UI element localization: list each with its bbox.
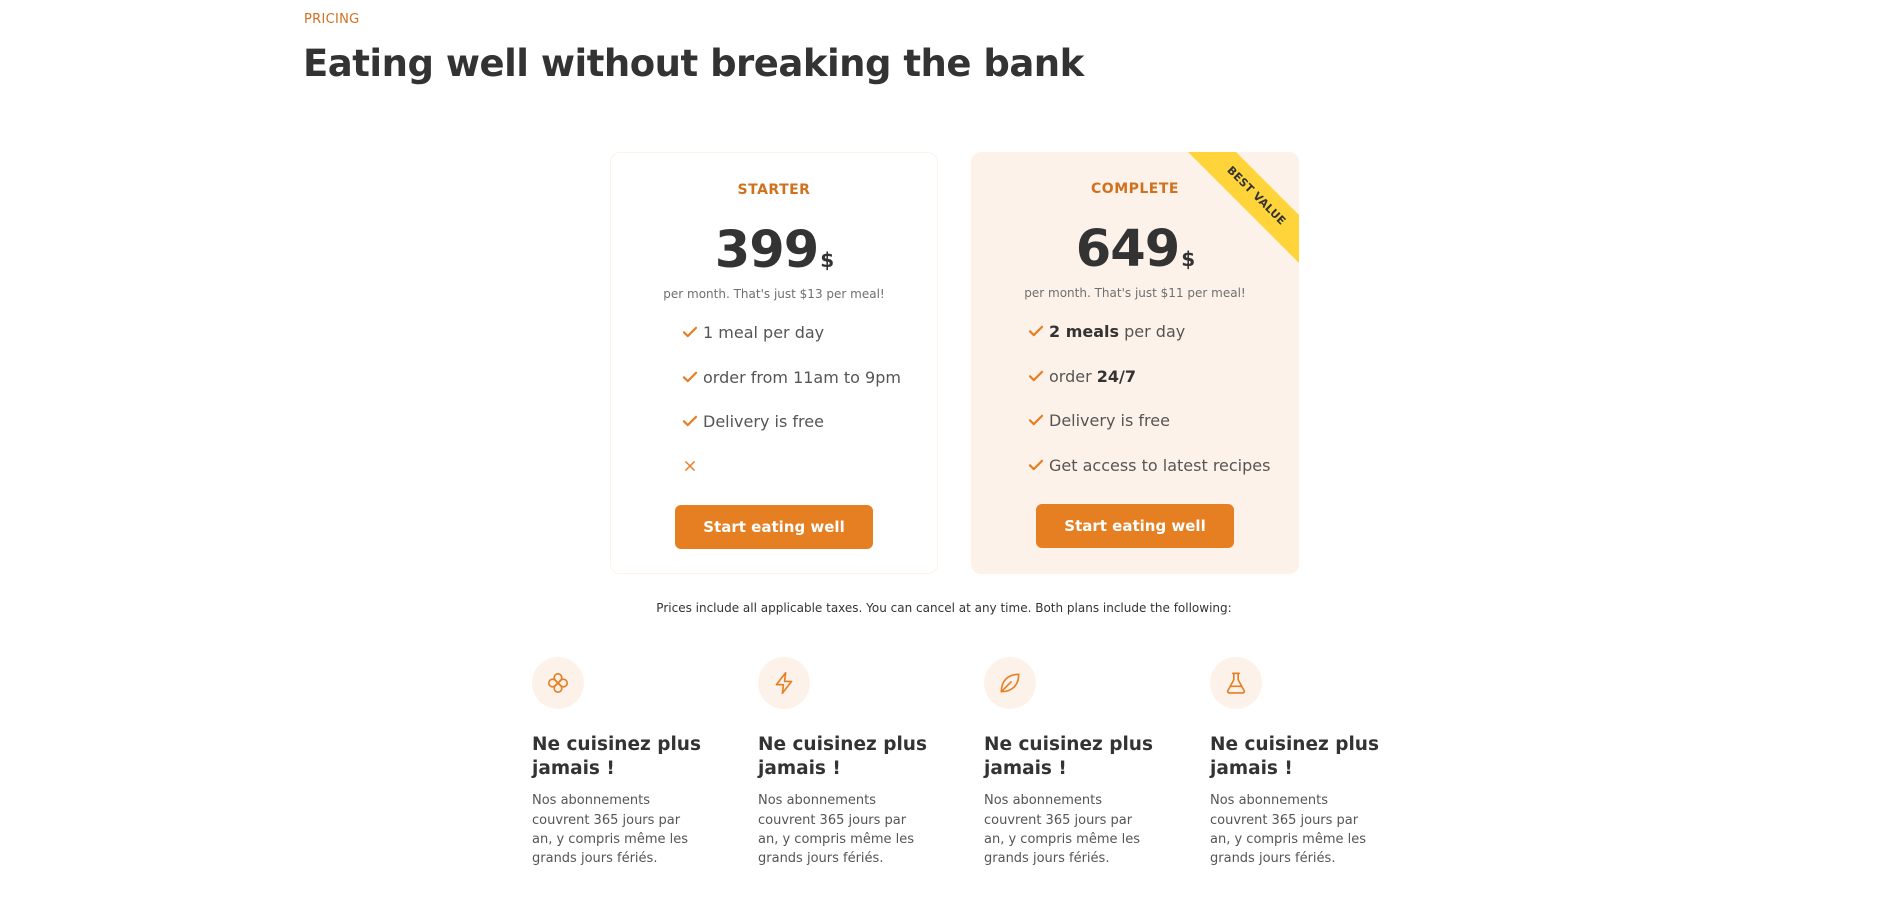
plan-feature: Delivery is free — [971, 411, 1299, 456]
plan-feature-text: Delivery is free — [703, 412, 824, 431]
price-note: per month. That's just $11 per meal! — [1024, 286, 1246, 300]
plan-feature-strong: 2 meals — [1049, 322, 1120, 341]
feature-title: Ne cuisinez plus jamais ! — [758, 734, 927, 779]
pricing-plan-starter: STARTER 399 $ per month. That's just $13 … — [610, 152, 938, 574]
price-value: 399 — [714, 221, 819, 280]
plan-feature-text: 2 meals per day — [1049, 322, 1185, 341]
plan-feature: Get access to latest recipes — [971, 456, 1299, 501]
feature-card: Ne cuisinez plus jamais ! Nos abonnement… — [1210, 657, 1380, 868]
pricing-note: Prices include all applicable taxes. You… — [656, 601, 1232, 615]
price-currency: $ — [1181, 247, 1195, 271]
feature-text: Nos abonnements couvrent 365 jours par a… — [758, 793, 915, 867]
plan-feature-prefix: order — [1049, 366, 1097, 386]
plan-feature: order 24/7 — [971, 367, 1299, 412]
feature-card: Ne cuisinez plus jamais ! Nos abonnement… — [532, 657, 702, 868]
plan-name: STARTER — [737, 182, 811, 198]
lightning-icon — [758, 657, 810, 709]
plan-feature-text: order 24/7 — [1049, 367, 1136, 386]
flask-icon — [1210, 657, 1262, 709]
pricing-plan-complete: BEST VALUE COMPLETE 649 $ per month. That… — [971, 152, 1299, 574]
price-note: per month. That's just $13 per meal! — [663, 287, 885, 301]
plan-name: COMPLETE — [1091, 181, 1179, 197]
check-icon — [682, 415, 698, 427]
start-eating-well-button[interactable]: Start eating well — [1036, 504, 1234, 548]
plan-feature: 2 meals per day — [971, 322, 1299, 367]
plan-feature-text: order from 11am to 9pm — [703, 367, 901, 387]
check-icon — [682, 371, 698, 382]
plan-feature-list: 2 meals per day order 24/7 Delivery is f… — [971, 322, 1299, 500]
feature-title: Ne cuisinez plus jamais ! — [984, 734, 1153, 779]
plan-feature-rest: per day — [1119, 322, 1186, 341]
infinity-icon — [532, 657, 584, 709]
start-eating-well-button[interactable]: Start eating well — [675, 505, 873, 549]
price-value: 649 — [1075, 220, 1180, 279]
feature-text: Nos abonnements couvrent 365 jours par a… — [984, 793, 1141, 867]
close-icon — [685, 460, 695, 471]
plan-feature: Delivery is free — [611, 412, 937, 457]
plan-feature — [611, 457, 937, 502]
price-currency: $ — [820, 248, 834, 272]
plan-feature-list: 1 meal per day order from 11am to 9pm De… — [611, 323, 937, 501]
plan-feature-text: Get access to latest recipes — [1049, 455, 1271, 475]
pricing-section: PRICING Eating well without breaking the… — [0, 0, 1888, 904]
plan-price: 399 $ — [611, 225, 937, 276]
check-icon — [1028, 459, 1044, 470]
section-label: PRICING — [304, 12, 360, 27]
check-icon — [1028, 414, 1044, 426]
plan-price: 649 $ — [971, 224, 1299, 275]
feature-text: Nos abonnements couvrent 365 jours par a… — [1210, 793, 1367, 867]
plan-feature-text: 1 meal per day — [703, 323, 825, 342]
feature-title: Ne cuisinez plus jamais ! — [532, 734, 701, 779]
feature-card: Ne cuisinez plus jamais ! Nos abonnement… — [758, 657, 928, 868]
feature-card: Ne cuisinez plus jamais ! Nos abonnement… — [984, 657, 1154, 868]
feature-text: Nos abonnements couvrent 365 jours par a… — [532, 793, 689, 867]
section-title: Eating well without breaking the bank — [303, 42, 1084, 85]
check-icon — [682, 326, 698, 338]
plan-feature-strong: 24/7 — [1096, 366, 1136, 386]
plan-feature: 1 meal per day — [611, 323, 937, 368]
check-icon — [1028, 325, 1044, 337]
plan-feature-text: Delivery is free — [1049, 411, 1170, 430]
plan-feature: order from 11am to 9pm — [611, 368, 937, 413]
feature-title: Ne cuisinez plus jamais ! — [1210, 734, 1379, 779]
check-icon — [1028, 370, 1044, 381]
leaf-icon — [984, 657, 1036, 709]
